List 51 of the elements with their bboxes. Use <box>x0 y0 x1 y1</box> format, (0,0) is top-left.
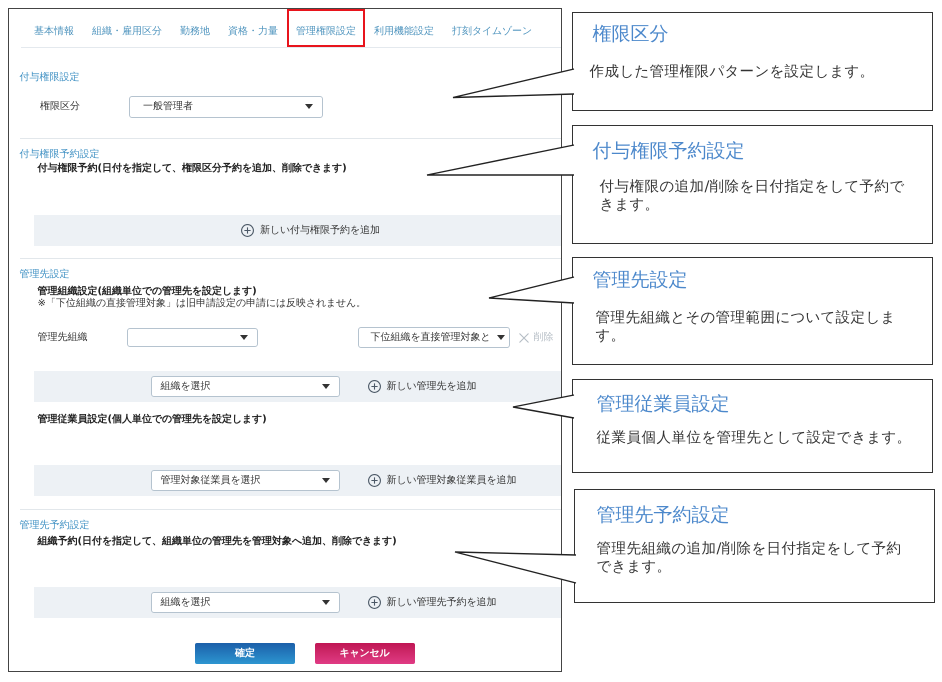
dropdown[interactable]: 管理対象従業員を選択 <box>150 470 340 491</box>
section-heading: 付与権限予約設定 <box>20 148 100 162</box>
tab[interactable]: 利用機能設定 <box>365 9 443 47</box>
section-description: 管理組織設定(組織単位での管理先を設定します) <box>38 286 257 298</box>
confirm-button[interactable]: 確定 <box>195 643 295 664</box>
cancel-button[interactable]: キャンセル <box>314 643 414 664</box>
plus-circle-icon <box>368 596 380 608</box>
callout-text: 付与権限の追加/削除を日付指定をして予約できます。 <box>600 178 906 214</box>
add-button[interactable]: 新しい管理対象従業員を追加 <box>368 473 516 488</box>
callout-title: 管理従業員設定 <box>596 392 730 416</box>
dropdown[interactable]: 組織を選択 <box>150 592 340 612</box>
note-text: ※「下位組織の直接管理対象」は旧申請設定の申請には反映されません。 <box>38 298 366 310</box>
section-description: 組織予約(日付を指定して、組織単位の管理先を管理対象へ追加、削除できます) <box>38 534 397 548</box>
caret-icon <box>305 104 313 109</box>
add-button[interactable]: 新しい管理先予約を追加 <box>368 594 496 610</box>
tab[interactable]: 組織・雇用区分 <box>83 9 171 47</box>
add-button[interactable]: 新しい付与権限予約を追加 <box>241 222 380 238</box>
callout-text: 管理先組織とその管理範囲について設定します。 <box>596 308 896 344</box>
plus-circle-icon <box>368 380 380 392</box>
callout-text: 管理先組織の追加/削除を日付指定をして予約できます。 <box>596 540 902 576</box>
caret-icon <box>322 600 330 604</box>
caret-icon <box>322 478 330 483</box>
callout-text: 作成した管理権限パターンを設定します。 <box>590 62 876 80</box>
callout-title: 管理先設定 <box>592 268 688 292</box>
caret-icon <box>322 384 330 388</box>
tab[interactable]: 基本情報 <box>25 9 83 47</box>
tab[interactable]: 資格・力量 <box>219 9 287 47</box>
tab[interactable]: 管理権限設定 <box>287 9 365 47</box>
tab[interactable]: 打刻タイムゾーン <box>443 9 541 47</box>
dropdown[interactable] <box>126 328 258 347</box>
tab[interactable]: 勤務地 <box>171 9 219 47</box>
callout-title: 付与権限予約設定 <box>592 139 744 163</box>
dropdown[interactable]: 下位組織を直接管理対象と <box>358 327 510 348</box>
add-button[interactable]: 新しい管理先を追加 <box>368 378 476 394</box>
section-description: 管理従業員設定(個人単位での管理先を設定します) <box>38 413 267 427</box>
caret-icon <box>496 335 504 340</box>
section-heading: 管理先設定 <box>20 268 70 282</box>
dropdown[interactable]: 一般管理者 <box>129 96 323 118</box>
field-label: 権限区分 <box>40 100 81 114</box>
section-heading: 付与権限設定 <box>20 70 80 84</box>
close-icon <box>518 332 528 342</box>
caret-icon <box>240 335 248 340</box>
section-description: 付与権限予約(日付を指定して、権限区分予約を追加、削除できます) <box>38 162 347 176</box>
callout-title: 管理先予約設定 <box>596 503 730 527</box>
field-label: 管理先組織 <box>38 330 88 345</box>
plus-circle-icon <box>241 224 254 236</box>
plus-circle-icon <box>368 474 380 487</box>
section-heading: 管理先予約設定 <box>20 518 90 532</box>
callout-title: 権限区分 <box>592 22 668 46</box>
callout-text: 従業員個人単位を管理先として設定できます。 <box>596 429 912 447</box>
dropdown[interactable]: 組織を選択 <box>150 376 340 396</box>
